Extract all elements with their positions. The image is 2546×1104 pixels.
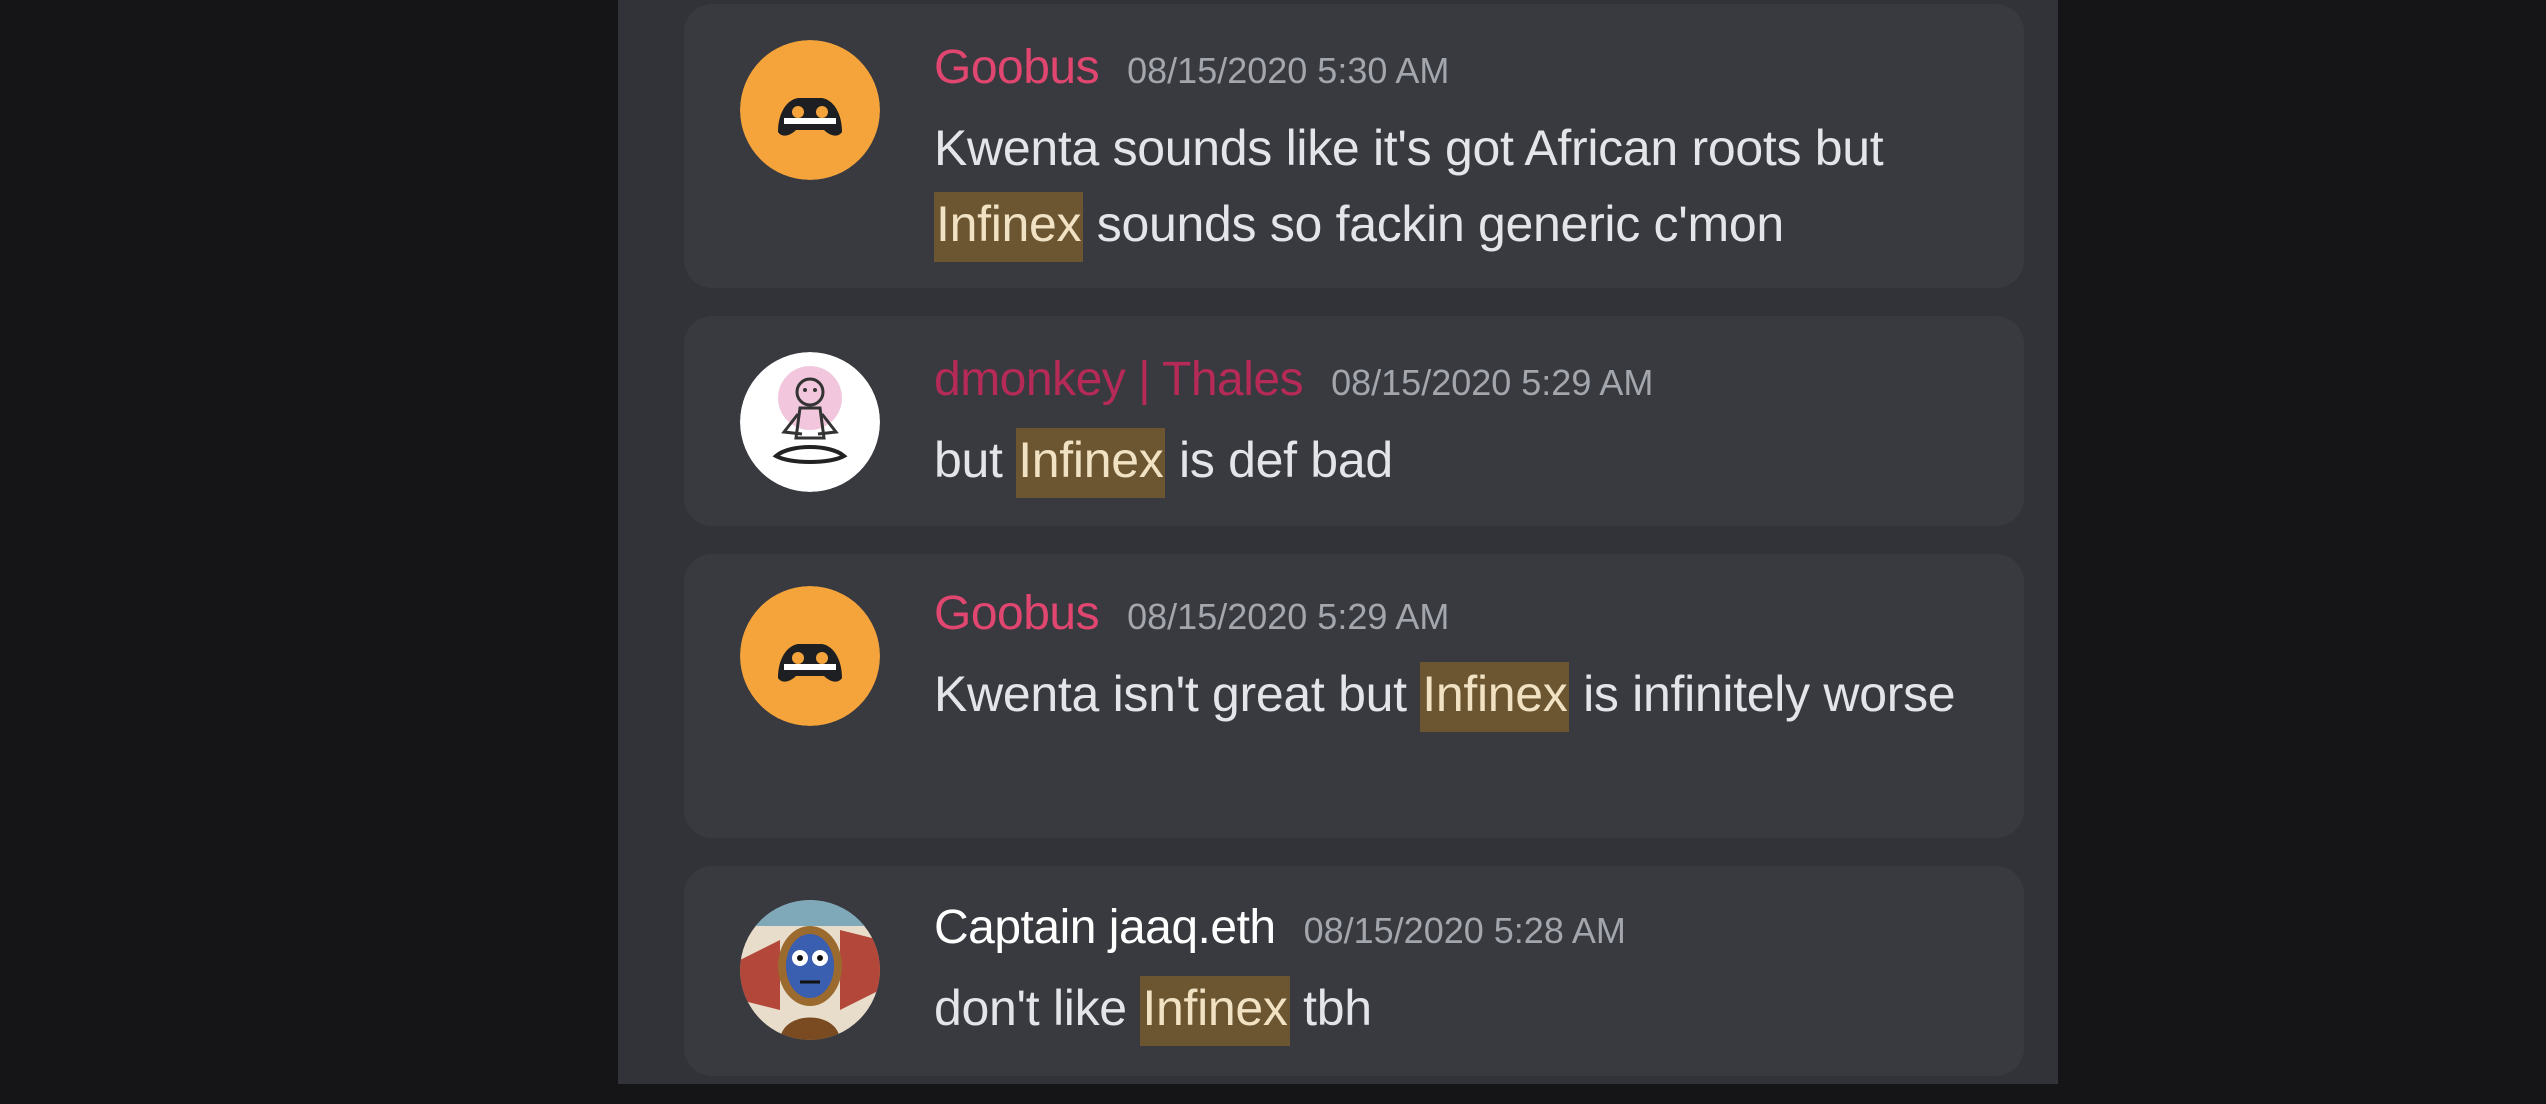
blue-face-character-avatar-icon[interactable] bbox=[740, 900, 880, 1040]
message-text-before: Kwenta sounds like it's got African root… bbox=[934, 120, 1884, 176]
discord-logo-avatar-icon[interactable] bbox=[740, 40, 880, 180]
message-text: Kwenta sounds like it's got African root… bbox=[934, 110, 1984, 262]
username[interactable]: Captain jaaq.eth bbox=[934, 900, 1276, 955]
message-card[interactable]: Goobus 08/15/2020 5:30 AM Kwenta sounds … bbox=[684, 4, 2024, 288]
timestamp: 08/15/2020 5:28 AM bbox=[1303, 910, 1626, 951]
message-text-before: don't like bbox=[934, 980, 1141, 1036]
message-header: Captain jaaq.eth 08/15/2020 5:28 AM bbox=[934, 900, 1984, 962]
message-text-after: is def bad bbox=[1165, 432, 1393, 488]
message-text: don't like Infinex tbh bbox=[934, 970, 1984, 1046]
search-highlight: Infinex bbox=[1016, 428, 1166, 498]
message-card[interactable]: dmonkey | Thales 08/15/2020 5:29 AM but … bbox=[684, 316, 2024, 526]
search-highlight: Infinex bbox=[1420, 662, 1570, 732]
timestamp: 08/15/2020 5:29 AM bbox=[1127, 596, 1450, 637]
message-text-after: tbh bbox=[1289, 980, 1372, 1036]
message-header: dmonkey | Thales 08/15/2020 5:29 AM bbox=[934, 352, 1984, 414]
message-card[interactable]: Captain jaaq.eth 08/15/2020 5:28 AM don'… bbox=[684, 866, 2024, 1076]
message-card[interactable]: Goobus 08/15/2020 5:29 AM Kwenta isn't g… bbox=[684, 554, 2024, 838]
discord-logo-avatar-icon[interactable] bbox=[740, 586, 880, 726]
message-header: Goobus 08/15/2020 5:30 AM bbox=[934, 40, 1984, 102]
message-text: Kwenta isn't great but Infinex is infini… bbox=[934, 656, 1984, 732]
timestamp: 08/15/2020 5:29 AM bbox=[1331, 362, 1654, 403]
search-highlight: Infinex bbox=[1140, 976, 1290, 1046]
username[interactable]: Goobus bbox=[934, 586, 1100, 641]
timestamp: 08/15/2020 5:30 AM bbox=[1127, 50, 1450, 91]
message-header: Goobus 08/15/2020 5:29 AM bbox=[934, 586, 1984, 648]
meditating-monkey-avatar-icon[interactable] bbox=[740, 352, 880, 492]
message-text: but Infinex is def bad bbox=[934, 422, 1984, 498]
message-text-after: sounds so fackin generic c'mon bbox=[1083, 196, 1784, 252]
message-text-before: Kwenta isn't great but bbox=[934, 666, 1421, 722]
search-highlight: Infinex bbox=[934, 192, 1084, 262]
message-text-after: is infinitely worse bbox=[1569, 666, 1956, 722]
message-text-before: but bbox=[934, 432, 1017, 488]
search-results-panel: Goobus 08/15/2020 5:30 AM Kwenta sounds … bbox=[618, 0, 2058, 1084]
username[interactable]: Goobus bbox=[934, 40, 1100, 95]
username[interactable]: dmonkey | Thales bbox=[934, 352, 1304, 407]
